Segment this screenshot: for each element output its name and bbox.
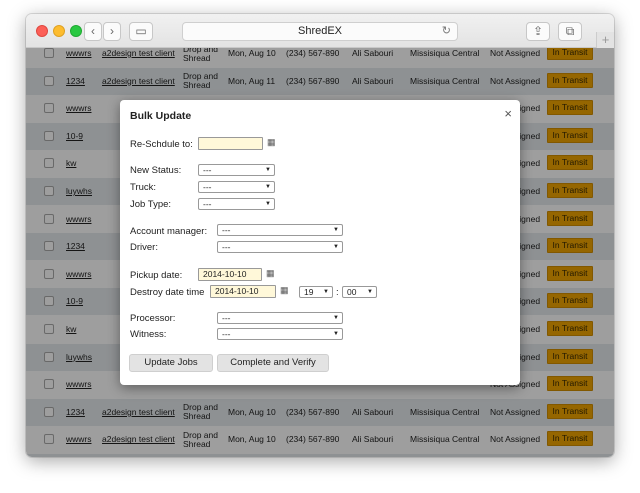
new-status-value: --- [203,165,212,175]
chevron-down-icon: ▼ [265,167,271,173]
truck-select[interactable]: --- ▼ [198,181,275,193]
chevron-down-icon: ▼ [367,289,373,295]
calendar-icon[interactable]: ▦ [266,268,275,279]
zoom-window-button[interactable] [70,25,82,37]
pickup-date-input[interactable]: 2014-10-10 [198,268,262,281]
destroy-minute-value: 00 [347,287,357,297]
account-manager-value: --- [222,225,231,235]
destroy-hour-value: 19 [304,287,314,297]
close-icon[interactable]: × [504,106,512,121]
job-type-select[interactable]: --- ▼ [198,198,275,210]
calendar-icon[interactable]: ▦ [267,137,276,148]
account-manager-label: Account manager: [130,226,208,237]
minimize-window-button[interactable] [53,25,65,37]
browser-window: ‹ › ▭ ShredEX ↻ ⇪ ⧉ + wwwrs a2design test… [26,14,614,457]
address-bar[interactable]: ShredEX ↻ [182,22,458,41]
share-button[interactable]: ⇪ [526,22,550,41]
processor-select[interactable]: --- ▼ [217,312,343,324]
witness-value: --- [222,329,231,339]
chevron-down-icon: ▼ [333,331,339,337]
chevron-down-icon: ▼ [333,315,339,321]
bulk-update-modal: Bulk Update × Re-Schdule to: ▦ New Statu… [120,100,520,385]
chevron-down-icon: ▼ [323,289,329,295]
witness-select[interactable]: --- ▼ [217,328,343,340]
complete-verify-button[interactable]: Complete and Verify [217,354,329,372]
truck-value: --- [203,182,212,192]
new-tab-button[interactable]: + [596,32,614,48]
address-text: ShredEX [297,25,343,37]
destroy-minute-select[interactable]: 00 ▼ [342,286,377,298]
reschedule-label: Re-Schdule to: [130,139,193,150]
chevron-down-icon: ▼ [333,227,339,233]
modal-title: Bulk Update [130,110,192,122]
new-status-label: New Status: [130,165,182,176]
close-window-button[interactable] [36,25,48,37]
new-status-select[interactable]: --- ▼ [198,164,275,176]
pickup-date-label: Pickup date: [130,270,183,281]
share-icon: ⇪ [532,24,544,38]
page-content: wwwrs a2design test client Drop and Shread… [26,48,614,457]
time-separator: : [336,287,339,298]
chevron-down-icon: ▼ [265,184,271,190]
tabs-icon: ⧉ [565,24,575,38]
witness-label: Witness: [130,329,167,340]
destroy-hour-select[interactable]: 19 ▼ [299,286,333,298]
update-jobs-button[interactable]: Update Jobs [129,354,213,372]
driver-value: --- [222,242,231,252]
account-manager-select[interactable]: --- ▼ [217,224,343,236]
destroy-date-input[interactable]: 2014-10-10 [210,285,276,298]
reschedule-input[interactable] [198,137,263,150]
job-type-value: --- [203,199,212,209]
back-icon: ‹ [91,24,95,38]
sidebar-icon: ▭ [135,24,147,38]
tabs-button[interactable]: ⧉ [558,22,582,41]
back-button[interactable]: ‹ [84,22,102,41]
calendar-icon[interactable]: ▦ [280,285,289,296]
reload-icon[interactable]: ↻ [442,23,451,40]
sidebar-button[interactable]: ▭ [129,22,153,41]
forward-icon: › [110,24,114,38]
processor-label: Processor: [130,313,176,324]
processor-value: --- [222,313,231,323]
plus-icon: + [601,32,610,47]
chevron-down-icon: ▼ [265,201,271,207]
browser-toolbar: ‹ › ▭ ShredEX ↻ ⇪ ⧉ + [26,14,614,48]
job-type-label: Job Type: [130,199,172,210]
chevron-down-icon: ▼ [333,244,339,250]
destroy-date-label: Destroy date time [130,287,205,298]
forward-button[interactable]: › [103,22,121,41]
driver-label: Driver: [130,242,158,253]
truck-label: Truck: [130,182,157,193]
driver-select[interactable]: --- ▼ [217,241,343,253]
